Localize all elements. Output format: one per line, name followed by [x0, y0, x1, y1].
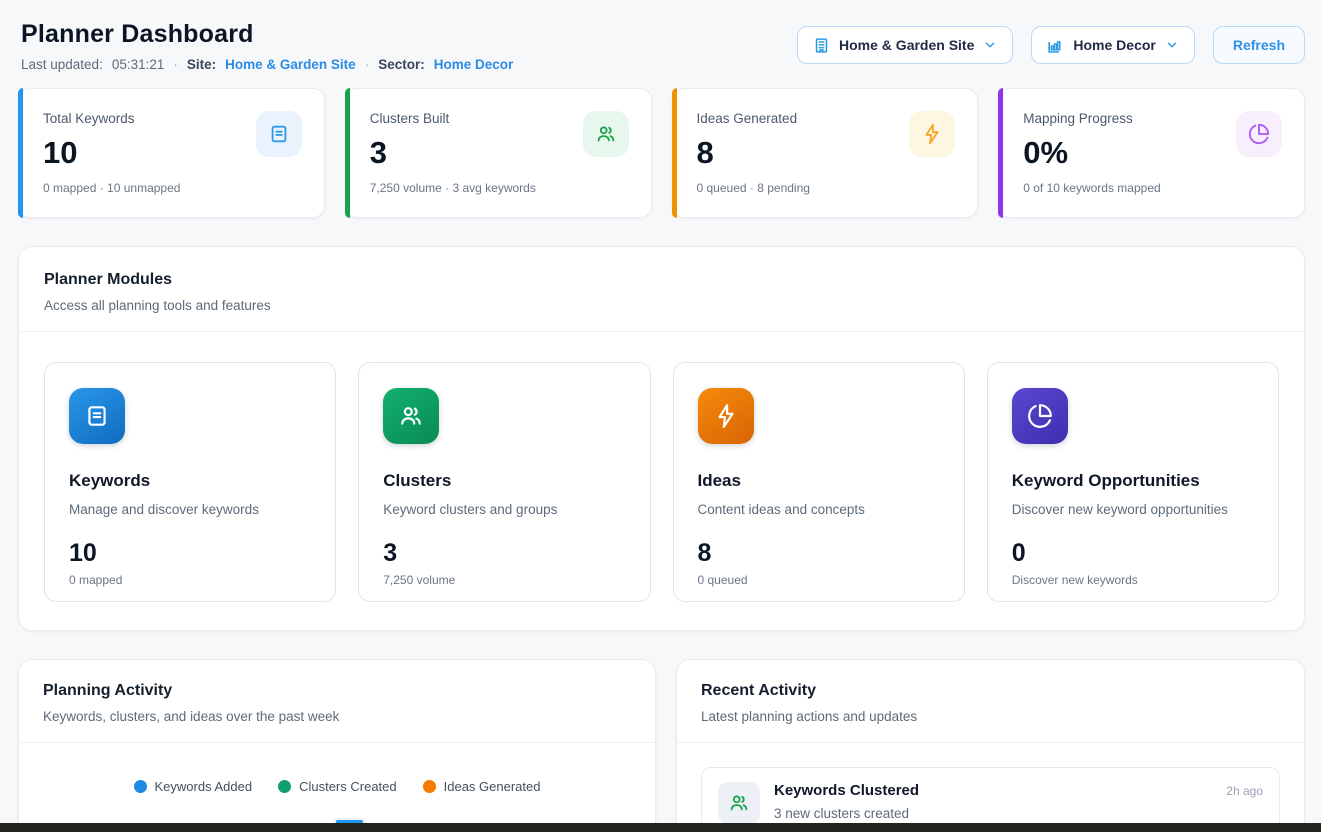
last-updated-label: Last updated:	[21, 57, 103, 72]
building-icon	[813, 37, 830, 54]
module-label: 0 queued	[698, 573, 940, 587]
planner-modules-title: Planner Modules	[44, 271, 1279, 289]
modules-grid: Keywords Manage and discover keywords 10…	[19, 332, 1304, 630]
module-label: Discover new keywords	[1012, 573, 1254, 587]
recent-activity-header: Recent Activity Latest planning actions …	[677, 660, 1304, 742]
header-left: Planner Dashboard Last updated: 05:31:21…	[21, 20, 513, 72]
legend-dot-icon	[278, 780, 291, 793]
site-label: Site:	[187, 57, 216, 72]
activity-list: Keywords Clustered 2h ago 3 new clusters…	[677, 743, 1304, 832]
recent-activity-title: Recent Activity	[701, 682, 1280, 700]
legend-item-ideas-generated[interactable]: Ideas Generated	[423, 779, 541, 794]
sector-link[interactable]: Home Decor	[434, 57, 514, 72]
module-card-clusters[interactable]: Clusters Keyword clusters and groups 3 7…	[358, 362, 650, 602]
users-icon	[718, 782, 760, 824]
planner-modules-header: Planner Modules Access all planning tool…	[19, 247, 1304, 331]
activity-title: Keywords Clustered	[774, 782, 919, 799]
legend-label: Keywords Added	[155, 779, 253, 794]
module-label: 0 mapped	[69, 573, 311, 587]
stat-subtext: 0 mapped · 10 unmapped	[43, 181, 300, 195]
module-title: Keyword Opportunities	[1012, 471, 1254, 491]
module-label: 7,250 volume	[383, 573, 625, 587]
module-title: Clusters	[383, 471, 625, 491]
meta-separator: ·	[173, 57, 178, 72]
planner-dashboard-page: Planner Dashboard Last updated: 05:31:21…	[0, 0, 1321, 832]
users-icon	[583, 111, 629, 157]
activity-chart: Keywords Added Clusters Created Ideas Ge…	[19, 743, 655, 832]
page-header: Planner Dashboard Last updated: 05:31:21…	[18, 20, 1305, 72]
legend-label: Clusters Created	[299, 779, 397, 794]
stat-card-clusters-built: Clusters Built 3 7,250 volume · 3 avg ke…	[345, 88, 652, 218]
sector-selector-label: Home Decor	[1073, 37, 1155, 53]
planning-activity-subtitle: Keywords, clusters, and ideas over the p…	[43, 709, 631, 724]
recent-activity-panel: Recent Activity Latest planning actions …	[676, 659, 1305, 832]
header-controls: Home & Garden Site Home Decor Refresh	[797, 26, 1305, 64]
legend-dot-icon	[134, 780, 147, 793]
legend-item-keywords-added[interactable]: Keywords Added	[134, 779, 253, 794]
sector-selector-dropdown[interactable]: Home Decor	[1031, 26, 1194, 64]
chevron-down-icon	[1165, 38, 1179, 52]
meta-line: Last updated: 05:31:21 · Site: Home & Ga…	[21, 57, 513, 72]
bottom-window-edge	[0, 823, 1321, 832]
module-card-keywords[interactable]: Keywords Manage and discover keywords 10…	[44, 362, 336, 602]
planner-modules-section: Planner Modules Access all planning tool…	[18, 246, 1305, 631]
activity-top-row: Keywords Clustered 2h ago	[774, 782, 1263, 799]
legend-item-clusters-created[interactable]: Clusters Created	[278, 779, 397, 794]
module-value: 8	[698, 539, 940, 568]
zap-icon	[698, 388, 754, 444]
planning-activity-title: Planning Activity	[43, 682, 631, 700]
page-title: Planner Dashboard	[21, 20, 513, 49]
planner-modules-subtitle: Access all planning tools and features	[44, 298, 1279, 313]
stats-row: Total Keywords 10 0 mapped · 10 unmapped…	[18, 88, 1305, 218]
module-card-ideas[interactable]: Ideas Content ideas and concepts 8 0 que…	[673, 362, 965, 602]
planning-activity-header: Planning Activity Keywords, clusters, an…	[19, 660, 655, 742]
bottom-row: Planning Activity Keywords, clusters, an…	[18, 659, 1305, 832]
stat-card-total-keywords: Total Keywords 10 0 mapped · 10 unmapped	[18, 88, 325, 218]
module-card-keyword-opportunities[interactable]: Keyword Opportunities Discover new keywo…	[987, 362, 1279, 602]
module-description: Manage and discover keywords	[69, 502, 311, 517]
stat-subtext: 0 of 10 keywords mapped	[1023, 181, 1280, 195]
module-value: 3	[383, 539, 625, 568]
stat-subtext: 7,250 volume · 3 avg keywords	[370, 181, 627, 195]
stat-subtext: 0 queued · 8 pending	[697, 181, 954, 195]
bar-chart-icon	[1047, 37, 1064, 54]
module-description: Discover new keyword opportunities	[1012, 502, 1254, 517]
meta-separator: ·	[365, 57, 370, 72]
users-icon	[383, 388, 439, 444]
chevron-down-icon	[983, 38, 997, 52]
site-selector-dropdown[interactable]: Home & Garden Site	[797, 26, 1013, 64]
activity-body: Keywords Clustered 2h ago 3 new clusters…	[774, 782, 1263, 824]
refresh-button[interactable]: Refresh	[1213, 26, 1305, 64]
module-value: 10	[69, 539, 311, 568]
site-selector-label: Home & Garden Site	[839, 37, 974, 53]
legend-dot-icon	[423, 780, 436, 793]
pie-chart-icon	[1012, 388, 1068, 444]
module-title: Ideas	[698, 471, 940, 491]
module-description: Keyword clusters and groups	[383, 502, 625, 517]
file-text-icon	[256, 111, 302, 157]
last-updated-value: 05:31:21	[112, 57, 165, 72]
stat-card-mapping-progress: Mapping Progress 0% 0 of 10 keywords map…	[998, 88, 1305, 218]
activity-timestamp: 2h ago	[1226, 784, 1263, 798]
zap-icon	[909, 111, 955, 157]
stat-card-ideas-generated: Ideas Generated 8 0 queued · 8 pending	[672, 88, 979, 218]
module-description: Content ideas and concepts	[698, 502, 940, 517]
activity-description: 3 new clusters created	[774, 806, 1263, 821]
site-link[interactable]: Home & Garden Site	[225, 57, 356, 72]
sector-label: Sector:	[378, 57, 425, 72]
legend-label: Ideas Generated	[444, 779, 541, 794]
pie-chart-icon	[1236, 111, 1282, 157]
module-value: 0	[1012, 539, 1254, 568]
recent-activity-subtitle: Latest planning actions and updates	[701, 709, 1280, 724]
module-title: Keywords	[69, 471, 311, 491]
file-text-icon	[69, 388, 125, 444]
planning-activity-panel: Planning Activity Keywords, clusters, an…	[18, 659, 656, 832]
chart-legend: Keywords Added Clusters Created Ideas Ge…	[19, 779, 655, 794]
